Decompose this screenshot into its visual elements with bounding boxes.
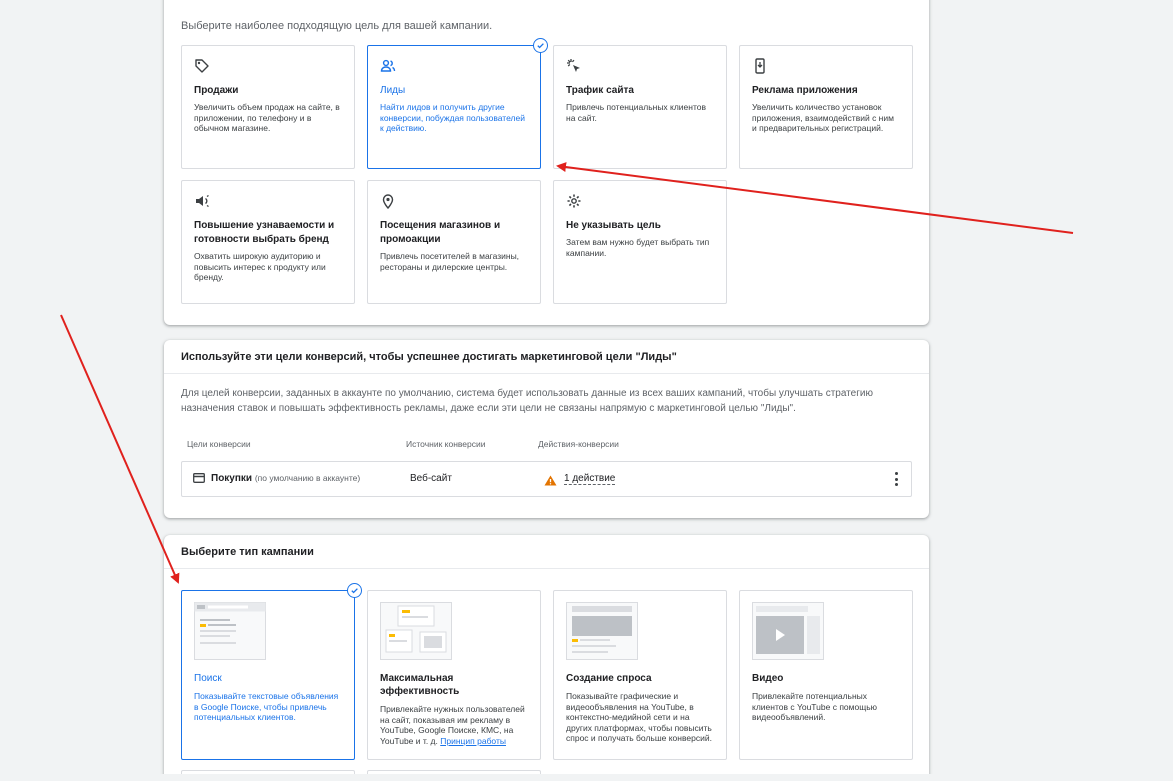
goal-subtitle: Выберите наиболее подходящую цель для ва… [181,20,493,32]
demand-gen-thumbnail [566,602,638,660]
column-header-goals: Цели конверсии [187,439,251,449]
page-stage: Выберите наиболее подходящую цель для ва… [8,0,1166,774]
campaign-title: Максимальная эффективность [380,673,460,697]
campaign-desc: Привлекайте нужных пользователей на сайт… [380,704,528,746]
phone-icon [755,58,765,74]
goal-title: Не указывать цель [566,220,661,231]
campaign-desc: Привлекайте потенциальных клиентов с You… [752,691,878,722]
goal-title: Лиды [380,85,406,96]
conversion-actions-link[interactable]: 1 действие [564,473,616,485]
campaign-title: Видео [752,673,784,684]
conversion-goal-note: (по умолчанию в аккаунте) [254,473,361,483]
campaign-tile-demand-gen[interactable]: Создание спроса Показывайте графические … [553,590,727,760]
goal-desc: Охватить широкую аудиторию и повысить ин… [194,251,326,282]
check-icon [533,38,548,53]
goal-desc: Увеличить объем продаж на сайте, в прило… [194,102,340,133]
conversion-header: Используйте эти цели конверсий, чтобы ус… [164,340,929,374]
how-it-works-link[interactable]: Принцип работы [440,736,506,746]
video-thumbnail [752,602,824,660]
search-thumbnail [194,602,266,660]
campaign-tile-performance-max[interactable]: Максимальная эффективность Привлекайте н… [367,590,541,760]
campaign-type-card: Выберите тип кампании Поиск Показывайте … [164,535,929,774]
campaign-tile-partial[interactable] [181,770,355,774]
check-icon [347,583,362,598]
people-icon [380,59,396,72]
goal-selection-card: Выберите наиболее подходящую цель для ва… [164,0,929,325]
more-vert-icon[interactable] [893,472,899,486]
campaign-desc: Показывайте текстовые объявления в Googl… [194,691,339,722]
goal-tile-traffic[interactable]: Трафик сайта Привлечь потенциальных клие… [553,45,727,169]
campaign-desc: Показывайте графические и видеообъявлени… [566,691,712,743]
conversion-goals-card: Используйте эти цели конверсий, чтобы ус… [164,340,929,518]
goal-desc: Привлечь потенциальных клиентов на сайт. [566,102,707,123]
goal-desc: Затем вам нужно будет выбрать тип кампан… [566,237,710,258]
campaign-type-header: Выберите тип кампании [164,535,929,569]
map-pin-icon [382,194,394,209]
megaphone-icon [196,194,209,208]
conversion-goal-cell: Покупки (по умолчанию в аккаунте) [211,473,360,484]
goal-title: Повышение узнаваемости и готовности выбр… [194,220,335,245]
campaign-tile-search[interactable]: Поиск Показывайте текстовые объявления в… [181,583,362,760]
conversion-actions-text: 1 действие [564,473,616,485]
goal-title: Посещения магазинов и промоакции [380,220,501,245]
goal-title: Трафик сайта [566,85,634,96]
tag-icon [195,59,209,73]
conversion-row[interactable]: Покупки (по умолчанию в аккаунте) Веб-са… [181,461,912,497]
goal-desc: Привлечь посетителей в магазины, рестора… [380,251,520,272]
goal-title: Реклама приложения [752,85,858,96]
goal-title: Продажи [194,85,239,96]
goal-tile-leads[interactable]: Лиды Найти лидов и получить другие конве… [367,38,548,169]
card-icon [193,473,205,483]
goal-desc: Найти лидов и получить другие конверсии,… [380,102,525,133]
gear-icon [567,194,581,208]
goal-tile-no-goal[interactable]: Не указывать цель Затем вам нужно будет … [553,180,727,304]
goal-tile-awareness[interactable]: Повышение узнаваемости и готовности выбр… [181,180,355,304]
campaign-title: Поиск [194,673,222,684]
cursor-click-icon [567,59,580,72]
performance-max-thumbnail [380,602,452,660]
column-header-actions: Действия-конверсии [538,439,619,449]
warning-icon [544,475,557,486]
goal-tile-store-visits[interactable]: Посещения магазинов и промоакции Привлеч… [367,180,541,304]
goal-desc: Увеличить количество установок приложени… [752,102,894,133]
conversion-goal-name: Покупки [211,473,253,484]
campaign-title: Создание спроса [566,673,652,684]
conversion-source: Веб-сайт [410,473,452,484]
campaign-tile-partial[interactable] [367,770,541,774]
goal-tile-sales[interactable]: Продажи Увеличить объем продаж на сайте,… [181,45,355,169]
campaign-tile-video[interactable]: Видео Привлекайте потенциальных клиентов… [739,590,913,760]
goal-tile-app[interactable]: Реклама приложения Увеличить количество … [739,45,913,169]
conversion-paragraph: Для целей конверсии, заданных в аккаунте… [181,388,873,414]
column-header-source: Источник конверсии [406,439,486,449]
